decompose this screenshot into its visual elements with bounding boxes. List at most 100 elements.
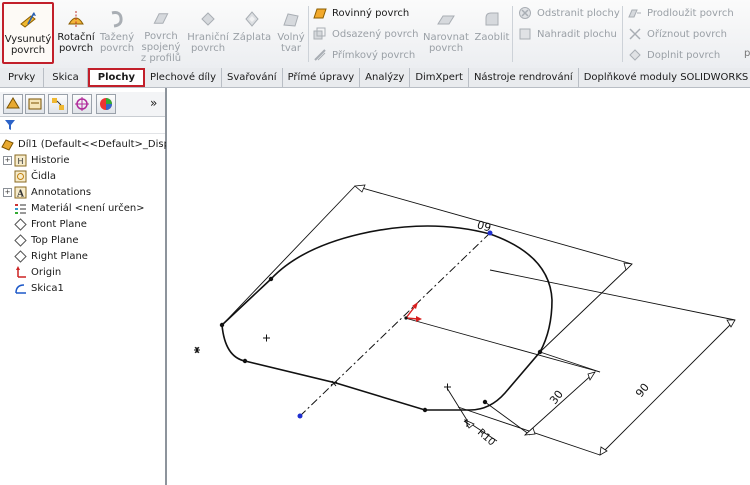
boundary-surface-label: Hraniční povrch (187, 32, 229, 54)
tree-root-part[interactable]: Díl1 (Default<<Default>_Displa (1, 136, 166, 152)
display-manager-tab-icon[interactable] (96, 94, 116, 114)
tree-item-front-plane[interactable]: Front Plane (14, 216, 179, 232)
dimension-60[interactable]: 60 (476, 217, 493, 233)
tab-skica[interactable]: Skica (44, 68, 88, 87)
plane-icon (14, 249, 27, 263)
centerline-end-point (297, 413, 303, 419)
fill-surface-label: Záplata (232, 32, 272, 43)
dimension-90[interactable]: 90 (633, 381, 652, 400)
untrim-surface-label: Doplnit povrch (647, 49, 721, 61)
extend-surface-label: Prodloužit povrch (647, 7, 734, 19)
trim-surface-button[interactable]: Oříznout povrch (628, 25, 727, 43)
tree-item-material[interactable]: Materiál <není určen> (14, 200, 179, 216)
tree-item-cidla[interactable]: Čidla (14, 168, 179, 184)
expand-toggle[interactable]: + (3, 155, 12, 165)
command-manager-ribbon: Vysunutý povrch Rotační povrch Tažený po… (0, 0, 750, 69)
feature-manager-tab-icon[interactable] (3, 94, 23, 114)
trim-surface-icon (629, 28, 641, 40)
offset-surface-icon (313, 27, 326, 40)
delete-face-icon (519, 7, 531, 19)
surface-fillet-button[interactable]: Zaoblit (474, 2, 510, 64)
sketch-origin (404, 302, 422, 322)
sketch-icon (15, 283, 26, 294)
dimxpert-manager-tab-icon[interactable] (72, 94, 92, 114)
boundary-surface-button[interactable]: Hraniční povrch (186, 2, 230, 64)
planar-surface-button[interactable]: Rovinný povrch (313, 4, 409, 22)
annotations-icon: A (14, 186, 27, 199)
delete-face-button[interactable]: Odstranit plochy (518, 4, 620, 22)
tab-svarovani[interactable]: Svařování (222, 68, 283, 87)
dimension-r10[interactable]: R10 (475, 427, 497, 448)
configuration-manager-tab-icon[interactable] (48, 94, 68, 114)
surface-fillet-label: Zaoblit (474, 32, 510, 43)
panel-more-button[interactable]: » (150, 96, 157, 110)
tree-item-label: Historie (31, 154, 70, 166)
lofted-surface-button[interactable]: Povrch spojený z profilů (138, 2, 184, 64)
offset-surface-label: Odsazený povrch (332, 28, 419, 40)
extend-surface-icon (628, 9, 641, 18)
command-manager-tabs: Prvky Skica Plochy Plechové díly Svařová… (0, 68, 750, 88)
revolved-surface-button[interactable]: Rotační povrch (56, 2, 96, 64)
extend-surface-button[interactable]: Prodloužit povrch (628, 4, 734, 22)
tab-prvky[interactable]: Prvky (0, 68, 45, 87)
tree-item-label: Materiál <není určen> (31, 202, 145, 214)
freeform-button[interactable]: Volný tvar (274, 2, 308, 64)
tree-item-top-plane[interactable]: Top Plane (14, 232, 179, 248)
trim-surface-label: Oříznout povrch (647, 28, 728, 40)
ribbon-separator (308, 6, 309, 62)
property-manager-tab-icon[interactable] (25, 94, 45, 114)
filter-row (0, 117, 165, 134)
offset-surface-button[interactable]: Odsazený povrch (313, 25, 419, 43)
lofted-surface-label: Povrch spojený z profilů (140, 31, 182, 64)
flatten-surface-label: Narovnat povrch (423, 32, 469, 54)
sensors-icon (14, 170, 27, 182)
freeform-label: Volný tvar (277, 32, 305, 54)
extruded-surface-button[interactable]: Vysunutý povrch (2, 2, 54, 64)
tab-plechove-dily[interactable]: Plechové díly (145, 68, 222, 87)
tree-item-historie[interactable]: + H Historie (3, 152, 168, 168)
tree-item-skica1[interactable]: Skica1 (14, 280, 179, 296)
ruled-surface-button[interactable]: Přímkový povrch (313, 46, 415, 64)
revolved-surface-label: Rotační povrch (57, 32, 95, 54)
tree-item-label: Right Plane (31, 250, 88, 262)
ruled-surface-label: Přímkový povrch (332, 49, 416, 61)
tree-item-origin[interactable]: Origin (14, 264, 179, 280)
tab-nastroje-rendrovani[interactable]: Nástroje rendrování (469, 68, 579, 87)
fill-surface-button[interactable]: Záplata (232, 2, 272, 64)
tree-item-label: Annotations (31, 186, 92, 198)
tab-prime-upravy[interactable]: Přímé úpravy (283, 68, 361, 87)
ribbon-separator (512, 6, 513, 62)
tab-doplnkove-moduly[interactable]: Doplňkové moduly SOLIDWORKS (579, 68, 750, 87)
svg-text:A: A (16, 189, 25, 199)
dimension-30[interactable]: 30 (547, 388, 566, 407)
delete-face-label: Odstranit plochy (537, 7, 620, 19)
tree-item-label: Origin (31, 266, 62, 278)
filter-icon[interactable] (4, 119, 16, 131)
replace-face-icon (519, 28, 531, 40)
flatten-surface-button[interactable]: Narovnat povrch (420, 2, 472, 64)
planar-surface-icon (313, 8, 327, 19)
tree-item-label: Top Plane (31, 234, 79, 246)
sketch-profile[interactable] (221, 225, 553, 411)
surface-fillet-icon (485, 12, 499, 26)
sketch-center-markers (194, 334, 471, 427)
replace-face-button[interactable]: Nahradit plochu (518, 25, 617, 43)
fill-surface-icon (245, 11, 259, 27)
tab-analyzy[interactable]: Analýzy (360, 68, 411, 87)
material-icon (15, 203, 26, 214)
ruled-surface-icon (314, 49, 326, 61)
expand-toggle[interactable]: + (3, 187, 12, 197)
untrim-surface-button[interactable]: Doplnit povrch (628, 46, 720, 64)
revolved-surface-icon (68, 11, 84, 27)
plane-icon (14, 217, 27, 231)
feature-manager-panel: » Díl1 (Default<<Default>_Displa + H His… (0, 88, 167, 485)
tree-item-right-plane[interactable]: Right Plane (14, 248, 179, 264)
untrim-surface-icon (629, 49, 641, 61)
tab-plochy[interactable]: Plochy (87, 68, 145, 87)
graphics-area[interactable]: 60 30 90 R10 (167, 88, 750, 485)
extruded-surface-icon (20, 12, 36, 28)
tab-dimxpert[interactable]: DimXpert (410, 68, 469, 87)
construction-centerline (299, 232, 491, 417)
tree-item-annotations[interactable]: + A Annotations (3, 184, 168, 200)
swept-surface-button[interactable]: Tažený povrch (98, 2, 136, 64)
